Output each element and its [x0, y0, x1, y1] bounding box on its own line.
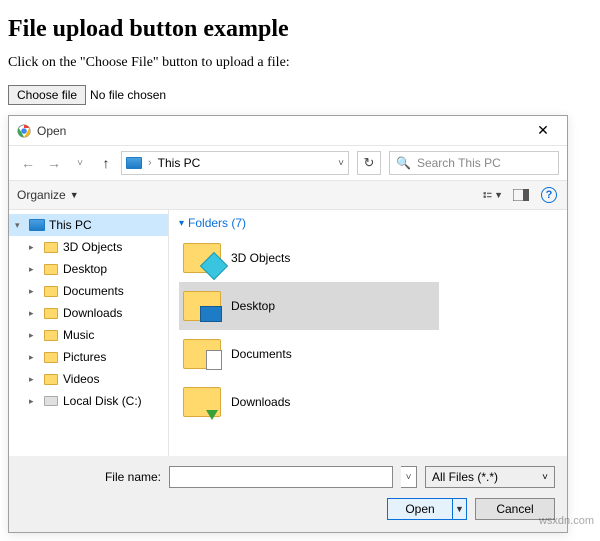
folder-icon	[183, 243, 221, 273]
chevron-right-icon: ▸	[29, 308, 39, 319]
organize-menu[interactable]: Organize▼	[17, 188, 79, 202]
folder-3d-objects[interactable]: 3D Objects	[179, 234, 439, 282]
sidebar-item-videos[interactable]: ▸ Videos	[9, 368, 168, 390]
address-chevron-icon[interactable]: ˅	[338, 158, 344, 169]
refresh-button[interactable]: ↻	[357, 151, 381, 175]
sidebar-item-label: Music	[63, 328, 94, 342]
nav-forward-button[interactable]: →	[43, 152, 65, 174]
dialog-bottom: File name: ˅ All Files (*.*) ˅ Open ▼ Ca…	[9, 456, 567, 532]
folder-grid: 3D Objects Desktop Documents Downloads	[169, 234, 567, 426]
disk-icon	[44, 396, 58, 406]
chevron-down-icon: ˅	[542, 472, 548, 483]
file-input-row: Choose file No file chosen	[8, 85, 600, 105]
page-intro: Click on the "Choose File" button to upl…	[8, 55, 600, 71]
folders-group-header[interactable]: ▾ Folders (7)	[169, 210, 567, 234]
sidebar-item-this-pc[interactable]: ▾ This PC	[9, 214, 168, 236]
search-placeholder: Search This PC	[417, 156, 501, 170]
sidebar-item-downloads[interactable]: ▸ Downloads	[9, 302, 168, 324]
dialog-navbar: ← → ˅ ↑ › This PC ˅ ↻ 🔍 Search This PC	[9, 146, 567, 180]
folder-label: Desktop	[231, 299, 275, 313]
folder-label: Downloads	[231, 395, 290, 409]
filename-dropdown-button[interactable]: ˅	[401, 466, 417, 488]
chevron-right-icon: ▸	[29, 264, 39, 275]
chevron-down-icon: ▾	[15, 220, 25, 231]
folder-icon	[44, 374, 58, 385]
file-type-filter[interactable]: All Files (*.*) ˅	[425, 466, 555, 488]
folder-icon	[44, 286, 58, 297]
folder-icon	[183, 339, 221, 369]
chrome-icon	[17, 124, 31, 138]
chevron-right-icon: ▸	[29, 242, 39, 253]
sidebar-item-desktop[interactable]: ▸ Desktop	[9, 258, 168, 280]
folder-documents[interactable]: Documents	[179, 330, 439, 378]
folder-icon	[44, 308, 58, 319]
open-file-dialog: Open ✕ ← → ˅ ↑ › This PC ˅ ↻ 🔍 Search Th…	[8, 115, 568, 533]
sidebar-item-music[interactable]: ▸ Music	[9, 324, 168, 346]
sidebar: ▾ This PC ▸ 3D Objects ▸ Desktop ▸ Docum…	[9, 210, 169, 456]
filename-label: File name:	[21, 470, 161, 484]
close-button[interactable]: ✕	[523, 118, 563, 144]
folder-label: Documents	[231, 347, 292, 361]
chevron-down-icon: ▾	[179, 218, 184, 229]
chevron-right-icon: ▸	[29, 330, 39, 341]
folder-icon	[44, 264, 58, 275]
sidebar-item-label: This PC	[49, 218, 92, 232]
folder-icon	[183, 387, 221, 417]
nav-up-button[interactable]: ↑	[95, 152, 117, 174]
sidebar-item-label: Videos	[63, 372, 99, 386]
sidebar-item-local-disk-c[interactable]: ▸ Local Disk (C:)	[9, 390, 168, 412]
sidebar-item-label: Downloads	[63, 306, 122, 320]
pc-icon	[126, 157, 142, 169]
view-options-button[interactable]: ▼	[483, 185, 503, 205]
nav-recent-chevron[interactable]: ˅	[69, 152, 91, 174]
filename-input[interactable]	[169, 466, 393, 488]
sidebar-item-label: Documents	[63, 284, 124, 298]
chevron-right-icon: ▸	[29, 352, 39, 363]
open-button[interactable]: Open ▼	[387, 498, 467, 520]
folder-icon	[183, 291, 221, 321]
chevron-right-icon: ▸	[29, 286, 39, 297]
dialog-title: Open	[37, 124, 523, 138]
dialog-toolbar: Organize▼ ▼ ?	[9, 180, 567, 210]
sidebar-item-3d-objects[interactable]: ▸ 3D Objects	[9, 236, 168, 258]
help-button[interactable]: ?	[539, 185, 559, 205]
folder-downloads[interactable]: Downloads	[179, 378, 439, 426]
sidebar-item-label: Local Disk (C:)	[63, 394, 142, 408]
search-icon: 🔍	[396, 156, 411, 170]
folder-desktop[interactable]: Desktop	[179, 282, 439, 330]
choose-file-button[interactable]: Choose file	[8, 85, 86, 105]
main-pane: ▾ Folders (7) 3D Objects Desktop Documen…	[169, 210, 567, 456]
pc-icon	[29, 219, 45, 231]
open-split-chevron[interactable]: ▼	[452, 499, 466, 519]
sidebar-item-documents[interactable]: ▸ Documents	[9, 280, 168, 302]
sidebar-item-label: Desktop	[63, 262, 107, 276]
chevron-right-icon: ▸	[29, 396, 39, 407]
address-bar[interactable]: › This PC ˅	[121, 151, 349, 175]
folder-icon	[44, 352, 58, 363]
sidebar-item-label: 3D Objects	[63, 240, 122, 254]
preview-pane-button[interactable]	[511, 185, 531, 205]
file-status-text: No file chosen	[90, 88, 166, 102]
folder-icon	[44, 330, 58, 341]
sidebar-item-label: Pictures	[63, 350, 106, 364]
folder-icon	[44, 242, 58, 253]
address-text: This PC	[158, 156, 332, 170]
watermark-text: wsxdn.com	[539, 515, 594, 527]
breadcrumb-separator-icon: ›	[148, 157, 152, 169]
chevron-right-icon: ▸	[29, 374, 39, 385]
folder-label: 3D Objects	[231, 251, 290, 265]
dialog-body: ▾ This PC ▸ 3D Objects ▸ Desktop ▸ Docum…	[9, 210, 567, 456]
sidebar-item-pictures[interactable]: ▸ Pictures	[9, 346, 168, 368]
search-input[interactable]: 🔍 Search This PC	[389, 151, 559, 175]
dialog-titlebar: Open ✕	[9, 116, 567, 146]
page-heading: File upload button example	[8, 16, 600, 43]
nav-back-button[interactable]: ←	[17, 152, 39, 174]
